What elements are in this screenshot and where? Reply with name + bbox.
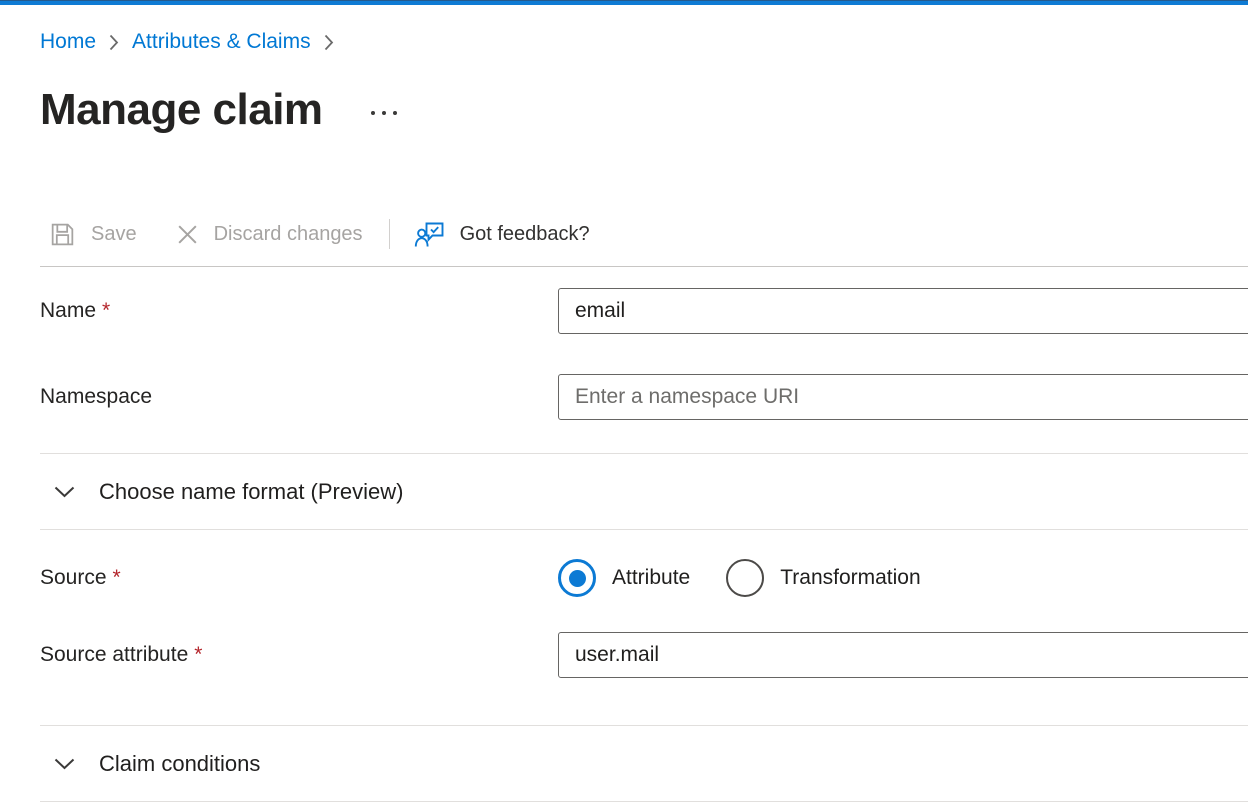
radio-button-icon[interactable]: [558, 559, 596, 597]
chevron-right-icon: [324, 34, 334, 51]
section-choose-name-format[interactable]: Choose name format (Preview): [40, 454, 1248, 529]
namespace-field-row: Namespace: [40, 374, 1248, 420]
section-title: Choose name format (Preview): [99, 479, 403, 505]
radio-label: Transformation: [780, 566, 920, 590]
radio-button-icon[interactable]: [726, 559, 764, 597]
close-icon: [175, 222, 200, 247]
radio-label: Attribute: [612, 566, 690, 590]
divider: [40, 266, 1248, 267]
name-field-row: Name*: [40, 288, 1248, 334]
namespace-field-label: Namespace: [40, 385, 558, 409]
source-attribute-field-label: Source attribute*: [40, 643, 558, 667]
breadcrumb-attributes-claims-link[interactable]: Attributes & Claims: [132, 29, 311, 55]
ellipsis-icon: [393, 111, 397, 115]
source-attribute-input[interactable]: [558, 632, 1248, 678]
required-asterisk: *: [102, 299, 110, 322]
source-field-label: Source*: [40, 566, 558, 590]
save-icon: [48, 220, 77, 249]
namespace-input[interactable]: [558, 374, 1248, 420]
save-button[interactable]: Save: [48, 220, 137, 249]
ellipsis-icon: [382, 111, 386, 115]
section-claim-conditions[interactable]: Claim conditions: [40, 726, 1248, 801]
title-row: Manage claim: [40, 83, 1248, 136]
divider: [40, 801, 1248, 802]
divider: [40, 529, 1248, 530]
save-button-label: Save: [91, 223, 137, 246]
page-title: Manage claim: [40, 83, 323, 136]
chevron-down-icon: [54, 758, 75, 770]
name-input[interactable]: [558, 288, 1248, 334]
radio-option-transformation[interactable]: Transformation: [726, 559, 920, 597]
chevron-down-icon: [54, 486, 75, 498]
chevron-right-icon: [109, 34, 119, 51]
context-menu-button[interactable]: [365, 105, 403, 121]
feedback-icon: [414, 220, 446, 249]
page-content: Home Attributes & Claims Manage claim: [0, 29, 1248, 802]
section-title: Claim conditions: [99, 751, 260, 777]
required-asterisk: *: [113, 566, 121, 589]
got-feedback-button[interactable]: Got feedback?: [414, 220, 590, 249]
ellipsis-icon: [371, 111, 375, 115]
got-feedback-label: Got feedback?: [460, 223, 590, 246]
discard-changes-button[interactable]: Discard changes: [175, 222, 363, 247]
source-field-row: Source* Attribute Transformation: [40, 558, 1248, 598]
source-attribute-field-row: Source attribute*: [40, 632, 1248, 678]
breadcrumb: Home Attributes & Claims: [40, 29, 1248, 55]
radio-option-attribute[interactable]: Attribute: [558, 559, 690, 597]
command-bar: Save Discard changes Got feedback?: [40, 212, 1248, 256]
required-asterisk: *: [194, 643, 202, 666]
discard-changes-label: Discard changes: [214, 223, 363, 246]
source-radio-group: Attribute Transformation: [558, 559, 1248, 597]
top-accent-bar: [0, 0, 1248, 5]
toolbar-separator: [389, 219, 390, 249]
breadcrumb-home-link[interactable]: Home: [40, 29, 96, 55]
name-field-label: Name*: [40, 299, 558, 323]
